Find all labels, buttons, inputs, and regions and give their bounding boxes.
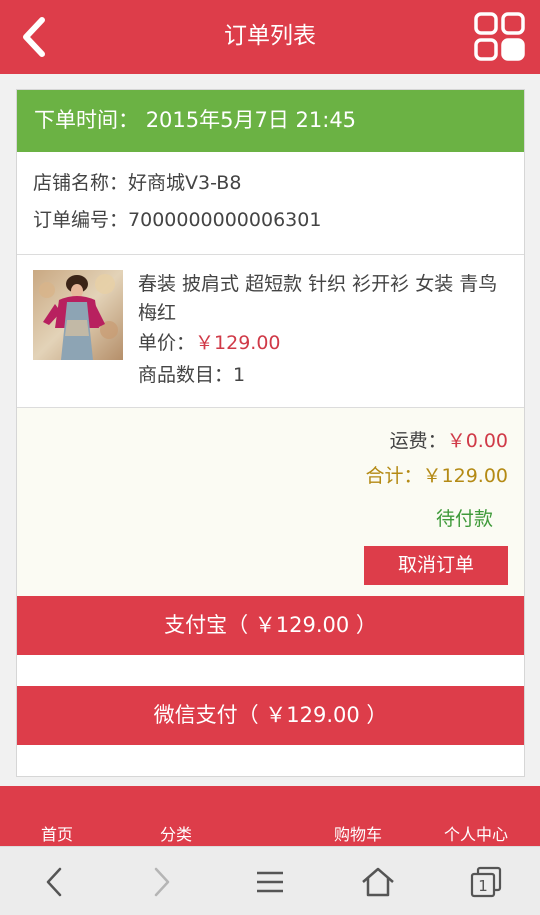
- wechat-pay-button[interactable]: 微信支付（ ￥129.00 ）: [17, 686, 524, 745]
- shipping-label: 运费：: [389, 430, 447, 452]
- product-name[interactable]: 春装 披肩式 超短款 针织 衫开衫 女装 青鸟 梅红: [138, 270, 512, 328]
- unit-price-label: 单价：: [138, 332, 196, 354]
- page-title: 订单列表: [224, 23, 316, 49]
- forward-arrow-icon[interactable]: [144, 865, 180, 899]
- unit-price-row: 单价：￥129.00: [138, 329, 281, 358]
- nav-item-category[interactable]: 分类: [160, 821, 192, 845]
- quantity-value: 1: [233, 364, 246, 386]
- tab-count: 1: [478, 877, 488, 895]
- order-date-value: 2015年5月7日 21:45: [145, 108, 357, 132]
- grid-icon[interactable]: [474, 12, 526, 62]
- menu-icon[interactable]: [252, 865, 288, 899]
- shop-info: 店铺名称：好商城V3-B8 订单编号：7000000000006301: [17, 152, 524, 255]
- tabs-icon[interactable]: 1: [468, 865, 504, 899]
- total-row: 合计：￥129.00: [366, 461, 509, 488]
- app-bottom-nav: 首页 分类 购物车 个人中心: [0, 786, 540, 846]
- order-number-value: 7000000000006301: [128, 209, 322, 231]
- top-header: 订单列表: [0, 0, 540, 74]
- order-status: 待付款: [435, 508, 493, 530]
- unit-price-value: ￥129.00: [195, 332, 281, 354]
- shipping-value: ￥0.00: [446, 430, 508, 452]
- order-number-row: 订单编号：7000000000006301: [33, 204, 524, 241]
- nav-item-home[interactable]: 首页: [41, 821, 73, 845]
- home-icon[interactable]: [360, 865, 396, 899]
- shop-name-row: 店铺名称：好商城V3-B8: [33, 167, 524, 204]
- product-thumbnail[interactable]: [33, 270, 123, 360]
- order-date-bar: 下单时间： 2015年5月7日 21:45: [17, 90, 524, 152]
- shop-name-label: 店铺名称：: [33, 172, 129, 194]
- order-item[interactable]: 春装 披肩式 超短款 针织 衫开衫 女装 青鸟 梅红 单价：￥129.00 商品…: [17, 255, 524, 408]
- shipping-row: 运费：￥0.00: [390, 426, 508, 453]
- order-number-label: 订单编号：: [33, 209, 129, 231]
- total-label: 合计：: [365, 465, 423, 487]
- nav-item-cart[interactable]: 购物车: [334, 821, 382, 845]
- quantity-row: 商品数目：1: [138, 361, 245, 390]
- order-summary: 运费：￥0.00 合计：￥129.00 待付款 取消订单: [17, 408, 524, 598]
- total-value: ￥129.00: [422, 465, 508, 487]
- browser-toolbar: 1: [0, 846, 540, 915]
- cancel-order-button[interactable]: 取消订单: [364, 546, 508, 585]
- chevron-left-icon[interactable]: [16, 14, 56, 60]
- order-card: 下单时间： 2015年5月7日 21:45 店铺名称：好商城V3-B8 订单编号…: [16, 89, 525, 777]
- nav-item-profile[interactable]: 个人中心: [444, 821, 508, 845]
- quantity-label: 商品数目：: [138, 364, 234, 386]
- app-screen: 订单列表 下单时间： 2015年5月7日 21:45 店铺名称：好商城V3-B8: [0, 0, 540, 915]
- shop-name-value[interactable]: 好商城V3-B8: [128, 172, 241, 194]
- alipay-button[interactable]: 支付宝（ ￥129.00 ）: [17, 596, 524, 655]
- back-arrow-icon[interactable]: [38, 865, 74, 899]
- order-date-label: 下单时间：: [34, 108, 139, 132]
